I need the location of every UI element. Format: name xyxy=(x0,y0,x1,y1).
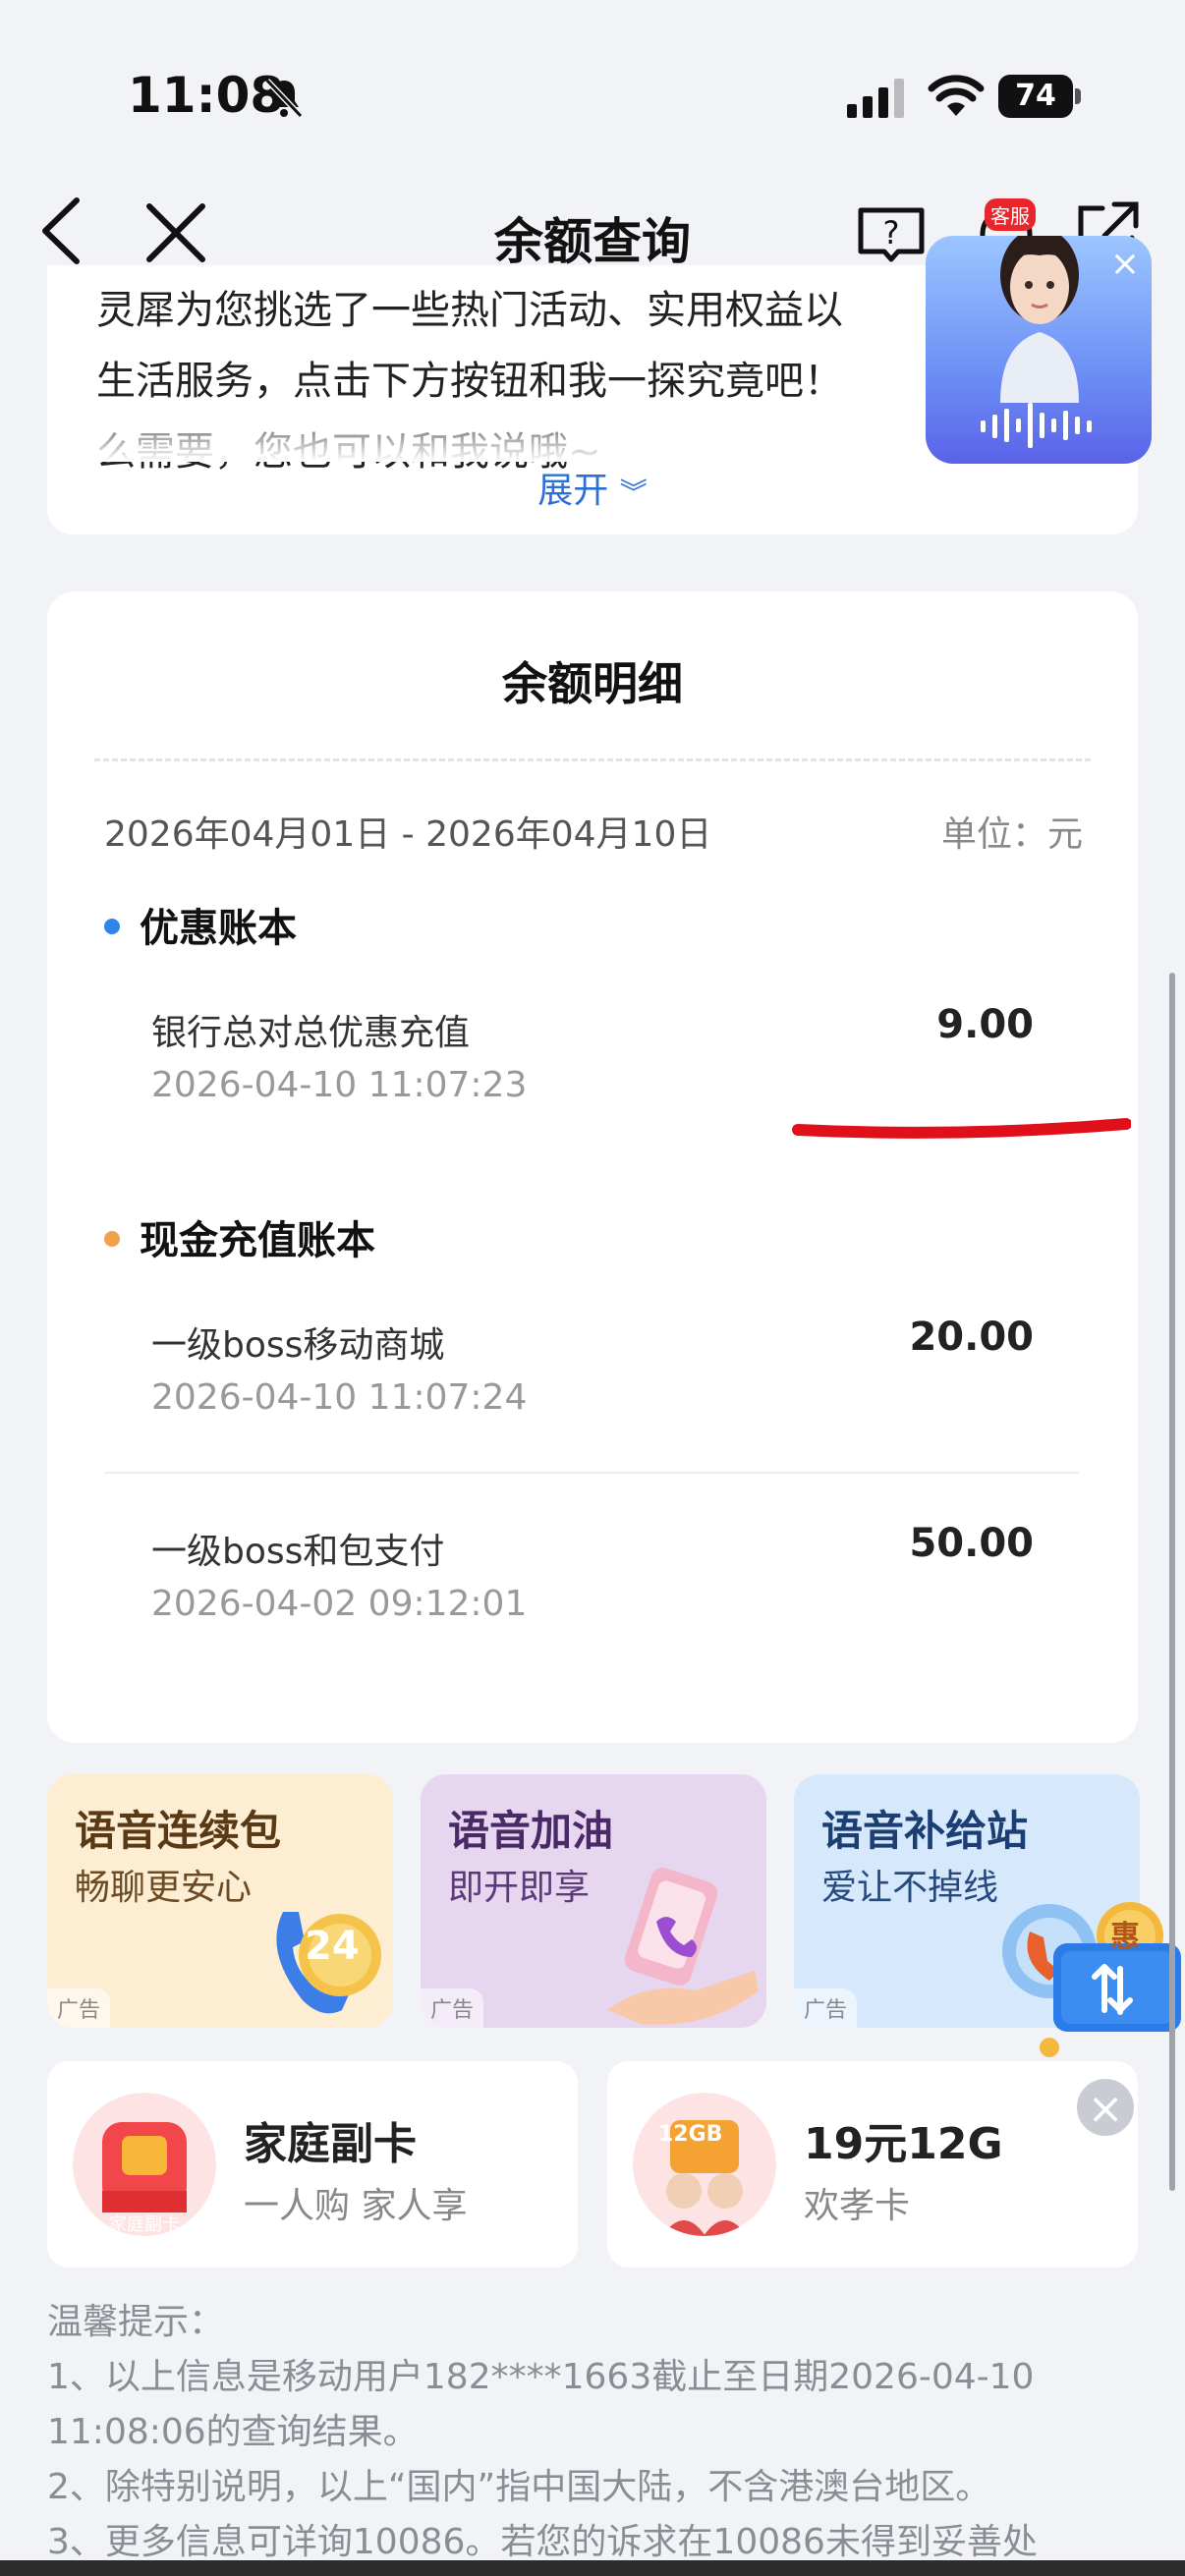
row-divider xyxy=(104,1472,1079,1474)
assistant-avatar-card[interactable]: × xyxy=(926,236,1152,464)
scrollbar[interactable] xyxy=(1169,973,1175,2191)
floating-badge-label: 惠 xyxy=(1110,1920,1140,1954)
svg-text:?: ? xyxy=(883,214,900,252)
tips-line: 2、除特别说明，以上“国内”指中国大陆，不含港澳台地区。 xyxy=(47,2467,991,2507)
divider xyxy=(94,758,1091,761)
tips-section: 温馨提示： 1、以上信息是移动用户182****1663截止至日期2026-04… xyxy=(47,2295,1138,2570)
balance-detail-card: 余额明细 2026年04月01日 - 2026年04月10日 单位：元 优惠账本… xyxy=(47,591,1138,1743)
bell-muted-icon xyxy=(264,78,304,119)
row-time: 2026-04-10 11:07:24 xyxy=(151,1377,528,1418)
row-name: 一级boss移动商城 xyxy=(151,1325,445,1366)
row-amount: 20.00 xyxy=(909,1315,1034,1360)
blue-dot-icon xyxy=(104,919,120,934)
promo-subtitle: 爱让不掉线 xyxy=(821,1868,999,1908)
bottom-edge xyxy=(0,2560,1185,2576)
product-name: 19元12G xyxy=(804,2119,1003,2169)
product-name: 家庭副卡 xyxy=(244,2119,417,2169)
promo-title: 语音连续包 xyxy=(75,1807,282,1855)
row-amount: 50.00 xyxy=(909,1521,1034,1566)
ad-label: 广告 xyxy=(421,1988,484,2028)
close-icon[interactable]: × xyxy=(1110,244,1140,284)
product-subtitle: 一人购 家人享 xyxy=(244,2186,468,2226)
row-time: 2026-04-10 11:07:23 xyxy=(151,1065,528,1105)
ad-label: 广告 xyxy=(47,1988,111,2028)
ad-label: 广告 xyxy=(794,1988,858,2028)
date-range: 2026年04月01日 - 2026年04月10日 xyxy=(104,814,712,855)
product-subtitle: 欢孝卡 xyxy=(804,2186,911,2226)
tips-line: 1、以上信息是移动用户182****1663截止至日期2026-04-10 xyxy=(47,2357,1035,2397)
unit-label: 单位：元 xyxy=(940,814,1083,855)
section-title-cash: 现金充值账本 xyxy=(104,1208,375,1265)
detail-title: 余额明细 xyxy=(502,657,683,710)
promo-art-label: 24 xyxy=(305,1924,360,1969)
12gb-icon-label: 12GB xyxy=(658,2122,723,2147)
12gb-card-icon xyxy=(633,2093,776,2236)
red-underline-annotation xyxy=(792,1118,1131,1139)
promo-title: 语音补给站 xyxy=(821,1807,1029,1855)
orange-dot-icon xyxy=(104,1231,120,1247)
expand-button[interactable]: 展开 ︾ xyxy=(47,462,1138,513)
help-book-icon[interactable]: ? xyxy=(857,206,926,263)
row-name: 银行总对总优惠充值 xyxy=(151,1013,471,1053)
battery-level: 74 xyxy=(998,75,1073,118)
floating-coupon-icon[interactable] xyxy=(1032,1884,1185,2061)
product-card-19yuan[interactable]: 12GB 19元12G 欢孝卡 xyxy=(607,2061,1138,2268)
family-card-icon-label: 家庭副卡 xyxy=(109,2214,180,2235)
promo-title: 语音加油 xyxy=(448,1807,614,1855)
row-name: 一级boss和包支付 xyxy=(151,1532,445,1572)
tips-line: 11:08:06的查询结果。 xyxy=(47,2412,419,2452)
promo-subtitle: 畅聊更安心 xyxy=(75,1868,253,1908)
tips-title: 温馨提示： xyxy=(47,2302,225,2342)
section-title-discount: 优惠账本 xyxy=(104,896,297,953)
service-badge: 客服 xyxy=(985,198,1036,231)
signal-icon xyxy=(847,79,904,118)
promo-tile-voice-refuel[interactable]: 语音加油 即开即享 广告 xyxy=(421,1774,766,2028)
double-chevron-down-icon: ︾ xyxy=(619,476,648,509)
phone-hand-icon xyxy=(607,1867,759,2025)
battery-icon: 74 xyxy=(998,75,1081,118)
product-card-family[interactable]: 家庭副卡 家庭副卡 一人购 家人享 xyxy=(47,2061,578,2268)
row-time: 2026-04-02 09:12:01 xyxy=(151,1584,528,1624)
promo-subtitle: 即开即享 xyxy=(448,1868,591,1908)
promo-tile-voice-package[interactable]: 语音连续包 畅聊更安心 24 广告 xyxy=(47,1774,393,2028)
wifi-icon xyxy=(928,75,985,116)
close-icon[interactable]: × xyxy=(1073,2075,1138,2140)
voice-wave-icon xyxy=(981,403,1092,448)
row-amount: 9.00 xyxy=(936,1002,1034,1047)
assistant-avatar xyxy=(1000,236,1079,403)
